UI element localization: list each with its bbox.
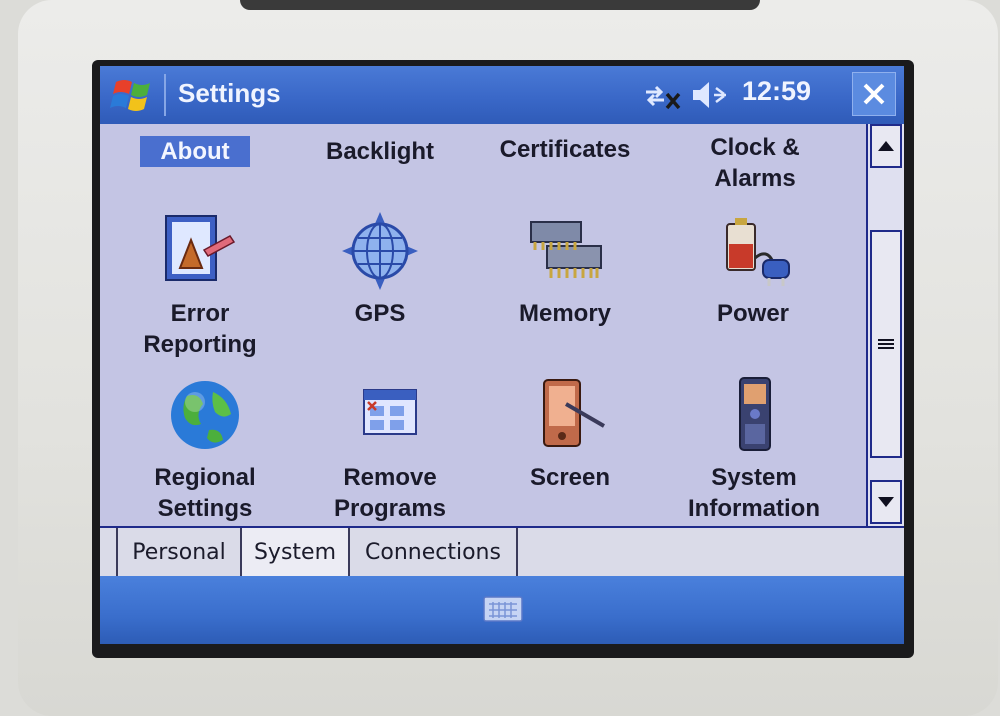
tab-label: System — [253, 539, 337, 565]
settings-item-remove-programs[interactable]: Remove Programs — [305, 374, 475, 524]
arrow-down-icon — [878, 497, 894, 507]
battery-plug-icon — [726, 218, 790, 286]
tab-label: Personal — [132, 539, 226, 565]
settings-item-backlight[interactable]: Backlight — [300, 136, 460, 167]
close-button[interactable] — [852, 72, 896, 116]
settings-item-clock-alarms[interactable]: Clock & Alarms — [680, 132, 830, 194]
title-separator — [164, 74, 166, 116]
settings-item-label: System Information — [688, 464, 820, 522]
settings-item-regional-settings[interactable]: Regional Settings — [130, 374, 280, 524]
close-icon — [863, 83, 885, 105]
remove-programs-icon — [363, 389, 417, 435]
settings-item-label: Remove Programs — [333, 464, 447, 522]
settings-item-label: GPS — [354, 300, 406, 327]
scroll-down-button[interactable] — [870, 480, 902, 524]
scroll-up-button[interactable] — [870, 124, 902, 168]
settings-item-gps[interactable]: GPS — [305, 210, 455, 329]
device-top-notch — [240, 0, 760, 10]
settings-item-power[interactable]: Power — [678, 210, 828, 329]
settings-item-about[interactable]: About — [140, 136, 250, 167]
menu-bar — [100, 576, 904, 644]
tab-system[interactable]: System — [242, 528, 350, 576]
settings-item-screen[interactable]: Screen — [495, 374, 645, 493]
memory-chip-icon — [530, 221, 602, 278]
speaker-muted-icon[interactable] — [690, 79, 734, 111]
scroll-thumb[interactable] — [870, 230, 902, 458]
settings-item-label: About — [140, 136, 250, 167]
device-info-icon — [739, 377, 771, 451]
settings-item-label: Certificates — [499, 136, 631, 163]
settings-item-certificates[interactable]: Certificates — [472, 134, 658, 165]
vertical-scrollbar[interactable] — [866, 124, 904, 526]
tab-connections[interactable]: Connections — [350, 528, 518, 576]
settings-item-label: Power — [716, 300, 790, 327]
tab-bar: Personal System Connections — [100, 526, 904, 576]
settings-item-label: Clock & Alarms — [710, 134, 800, 192]
settings-item-label: Screen — [529, 464, 611, 491]
arrow-up-icon — [878, 141, 894, 151]
error-reporting-icon — [165, 215, 236, 281]
grip-icon — [878, 339, 894, 349]
window-title: Settings — [178, 78, 281, 108]
settings-item-memory[interactable]: Memory — [480, 210, 650, 329]
settings-item-error-reporting[interactable]: Error Reporting — [120, 210, 280, 360]
tab-personal[interactable]: Personal — [116, 528, 242, 576]
settings-item-label: Regional Settings — [154, 464, 256, 522]
settings-item-system-information[interactable]: System Information — [668, 374, 840, 524]
settings-item-label: Error Reporting — [143, 300, 257, 358]
title-bar: Settings 12:59 — [100, 66, 904, 124]
connectivity-icon[interactable] — [642, 80, 682, 112]
pda-stylus-icon — [543, 379, 606, 447]
windows-start-icon[interactable] — [110, 74, 158, 116]
keyboard-icon[interactable] — [483, 594, 523, 624]
settings-item-label: Backlight — [325, 138, 435, 165]
tab-label: Connections — [365, 539, 501, 565]
settings-item-label: Memory — [518, 300, 612, 327]
settings-grid: About Backlight Certificates Clock & Ala… — [100, 124, 866, 526]
gps-globe-icon — [342, 212, 418, 290]
globe-icon — [171, 381, 239, 449]
clock-time[interactable]: 12:59 — [742, 76, 811, 107]
device-screen: Settings 12:59 About Backlight Certifica… — [100, 66, 904, 644]
